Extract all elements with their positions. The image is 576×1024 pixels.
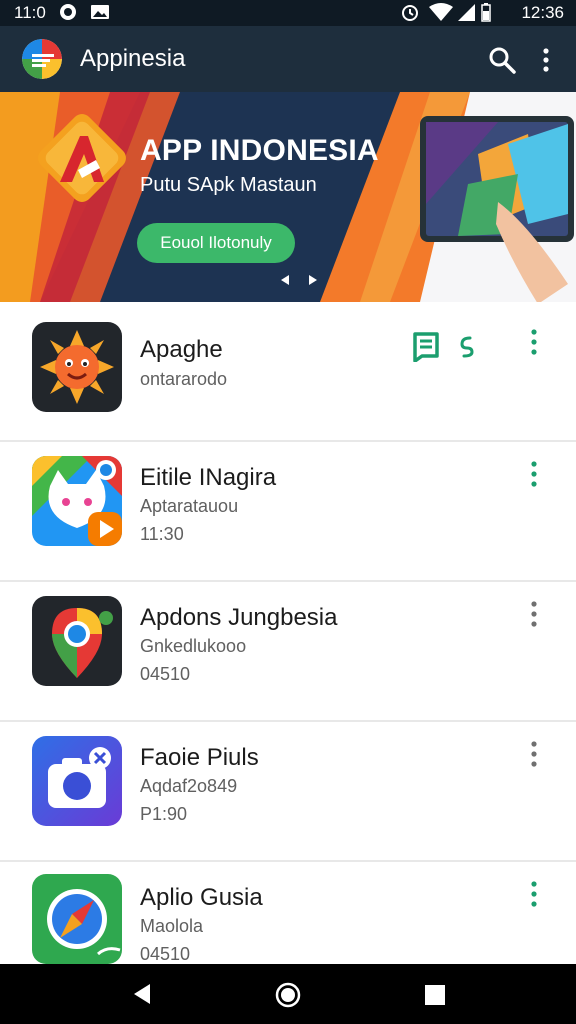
banner-app-logo: [38, 114, 126, 202]
cat-app-icon: [32, 456, 122, 546]
more-vert-icon[interactable]: [526, 880, 542, 908]
wifi-icon: [429, 3, 453, 21]
status-bar: 11:0 12:36: [0, 0, 576, 26]
system-nav-bar: [0, 964, 576, 1024]
app-subtitle: Gnkedlukooo: [140, 636, 247, 656]
app-meta: P1:90: [140, 804, 188, 824]
app-meta: 04510: [140, 944, 191, 964]
app-name: Apdons Jungbesia: [140, 604, 338, 631]
image-icon: [91, 5, 109, 19]
app-name: Eitile INagira: [140, 464, 277, 491]
banner-subtitle: Putu SApk Mastaun: [140, 174, 317, 196]
carousel-arrows-icon[interactable]: [279, 272, 319, 288]
more-vert-icon[interactable]: [526, 600, 542, 628]
app-subtitle: Aptaratauou: [140, 496, 239, 516]
app-subtitle: Aqdaf2o849: [140, 776, 238, 796]
alarm-icon: [402, 5, 418, 21]
list-item[interactable]: Faoie Piuls Aqdaf2o849 P1:90: [0, 722, 576, 862]
list-item[interactable]: Apdons Jungbesia Gnkedlukooo 04510: [0, 582, 576, 722]
status-clock: 12:36: [521, 3, 564, 22]
camera-icon: [32, 736, 122, 826]
list-item[interactable]: Apaghe ontararodo: [0, 302, 576, 442]
app-name: Faoie Piuls: [140, 744, 259, 771]
recents-icon[interactable]: [424, 984, 446, 1006]
app-meta: 11:30: [140, 524, 184, 544]
search-icon[interactable]: [488, 46, 516, 74]
signal-icon: [458, 4, 475, 21]
app-name: Aplio Gusia: [140, 884, 263, 911]
more-vert-icon[interactable]: [526, 460, 542, 488]
list-item[interactable]: Eitile INagira Aptaratauou 11:30: [0, 442, 576, 582]
app-subtitle: ontararodo: [140, 369, 228, 389]
link-icon[interactable]: [458, 334, 476, 360]
bookmark-icon[interactable]: [412, 332, 440, 362]
sun-face-icon: [32, 322, 122, 412]
more-vert-icon[interactable]: [536, 46, 556, 74]
app-name: Apaghe: [140, 336, 223, 363]
more-vert-icon[interactable]: [526, 740, 542, 768]
app-title: Appinesia: [80, 45, 186, 72]
more-vert-icon[interactable]: [526, 328, 542, 356]
promo-banner[interactable]: APP INDONESIA Putu SApk Mastaun Eouol Il…: [0, 92, 576, 302]
home-icon[interactable]: [275, 982, 301, 1008]
app-bar: Appinesia: [0, 26, 576, 92]
app-subtitle: Maolola: [140, 916, 204, 936]
app-meta: 04510: [140, 664, 191, 684]
battery-icon: [481, 3, 491, 22]
status-time: 11:0: [14, 3, 46, 22]
circle-icon: [60, 4, 76, 20]
compass-icon: [32, 874, 122, 964]
maps-chrome-icon: [32, 596, 122, 686]
banner-title: APP INDONESIA: [140, 134, 379, 167]
banner-cta-button[interactable]: Eouol Ilotonuly: [137, 223, 295, 263]
app-logo[interactable]: [22, 39, 62, 79]
tablet-illustration: [420, 116, 574, 302]
back-icon[interactable]: [130, 982, 154, 1006]
